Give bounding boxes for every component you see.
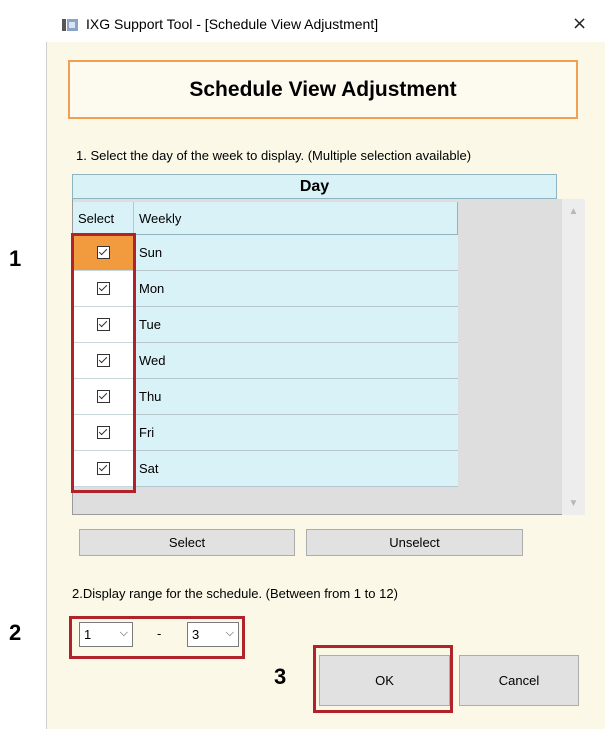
day-cell: Sun (134, 235, 458, 271)
day-cell: Wed (134, 343, 458, 379)
scroll-down-icon[interactable]: ▼ (562, 495, 585, 513)
window-title: IXG Support Tool - [Schedule View Adjust… (86, 16, 379, 32)
chevron-down-icon[interactable]: ⌵ (120, 627, 128, 640)
range-instruction: 2.Display range for the schedule. (Betwe… (72, 586, 398, 601)
day-cell: Sat (134, 451, 458, 487)
day-cell: Fri (134, 415, 458, 451)
callout-number-3: 3 (274, 664, 287, 689)
callout-box-select-column (71, 233, 136, 493)
close-icon[interactable]: × (572, 13, 587, 34)
day-group-header: Day (72, 174, 557, 199)
range-to-select[interactable]: 3 ⌵ (187, 622, 239, 647)
day-cell: Mon (134, 271, 458, 307)
unselect-all-button[interactable]: Unselect (306, 529, 523, 556)
app-icon (62, 19, 78, 31)
cancel-button[interactable]: Cancel (459, 655, 579, 706)
range-separator: - (157, 626, 162, 641)
window-border (46, 42, 47, 729)
range-from-value: 1 (84, 627, 92, 642)
ok-button[interactable]: OK (319, 655, 450, 706)
day-cell: Tue (134, 307, 458, 343)
day-instruction: 1. Select the day of the week to display… (76, 148, 472, 163)
scroll-up-icon[interactable]: ▲ (562, 203, 585, 221)
chevron-down-icon[interactable]: ⌵ (226, 627, 234, 640)
range-to-value: 3 (192, 627, 200, 642)
callout-number-2: 2 (9, 620, 22, 645)
select-all-button[interactable]: Select (79, 529, 295, 556)
column-header-select[interactable]: Select (73, 202, 134, 235)
range-from-select[interactable]: 1 ⌵ (79, 622, 133, 647)
day-cell: Thu (134, 379, 458, 415)
table-header-row: Select Weekly (73, 202, 458, 235)
column-header-weekly[interactable]: Weekly (134, 202, 458, 235)
vertical-scrollbar[interactable]: ▲ ▼ (562, 199, 585, 515)
callout-number-1: 1 (9, 246, 22, 271)
dialog-heading: Schedule View Adjustment (68, 60, 578, 119)
